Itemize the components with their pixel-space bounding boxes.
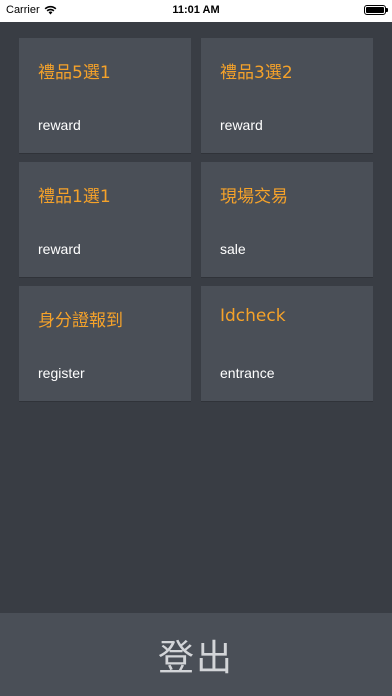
status-time: 11:01 AM (172, 4, 220, 16)
logout-button[interactable]: 登出 (0, 613, 392, 696)
tile-subtitle: reward (38, 241, 81, 257)
battery-icon (364, 5, 388, 15)
tile-id-check-entrance[interactable]: Idcheck entrance (201, 286, 373, 401)
tile-onsite-sale[interactable]: 現場交易 sale (201, 162, 373, 277)
tile-reward-3-choose-2[interactable]: 禮品3選2 reward (201, 38, 373, 153)
tile-title: 禮品5選1 (38, 63, 111, 83)
tile-reward-5-choose-1[interactable]: 禮品5選1 reward (19, 38, 191, 153)
tile-title: 現場交易 (220, 187, 288, 207)
tile-title: Idcheck (220, 306, 286, 326)
status-bar: Carrier 11:01 AM (0, 0, 392, 22)
tile-subtitle: reward (38, 117, 81, 133)
tile-subtitle: register (38, 365, 85, 381)
menu-grid: 禮品5選1 reward 禮品3選2 reward 禮品1選1 reward 現… (19, 38, 373, 401)
tile-title: 身分證報到 (38, 311, 123, 331)
tile-title: 禮品1選1 (38, 187, 111, 207)
logout-label: 登出 (157, 637, 234, 679)
tile-subtitle: entrance (220, 365, 275, 381)
tile-title: 禮品3選2 (220, 63, 293, 83)
tile-id-register[interactable]: 身分證報到 register (19, 286, 191, 401)
tile-subtitle: reward (220, 117, 263, 133)
tile-reward-1-choose-1[interactable]: 禮品1選1 reward (19, 162, 191, 277)
tile-subtitle: sale (220, 241, 246, 257)
